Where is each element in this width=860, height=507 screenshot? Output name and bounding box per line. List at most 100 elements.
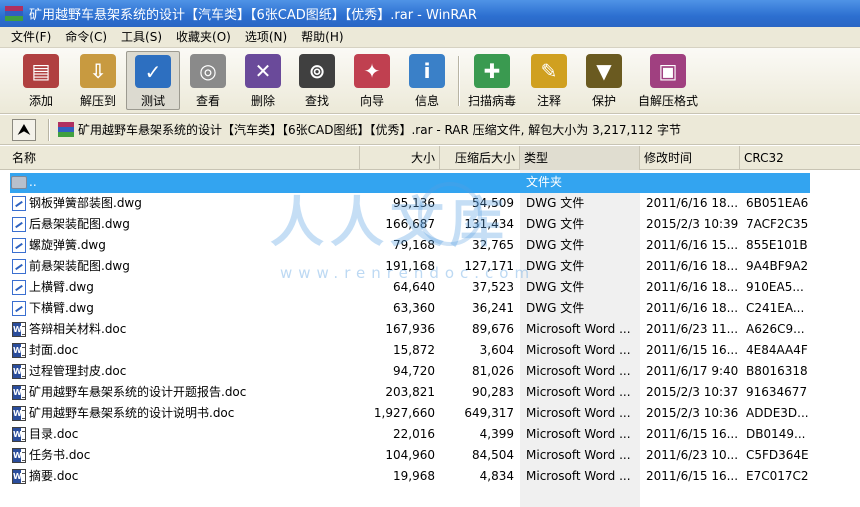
parent-folder-row[interactable]: .. 文件夹 — [0, 172, 860, 193]
word-doc-icon — [12, 385, 26, 400]
file-type: Microsoft Word ... — [526, 469, 631, 483]
menu-favorites[interactable]: 收藏夹(O) — [169, 27, 238, 47]
file-modified: 2011/6/17 9:40 — [646, 364, 738, 378]
file-packed-size: 649,317 — [464, 406, 514, 420]
info-button[interactable]: i 信息 — [400, 51, 454, 110]
file-type: Microsoft Word ... — [526, 343, 631, 357]
file-modified: 2015/2/3 10:37 — [646, 385, 738, 399]
file-row[interactable]: 任务书.doc 104,960 84,504 Microsoft Word ... 20… — [0, 445, 860, 466]
file-size: 104,960 — [385, 448, 435, 462]
file-packed-size: 3,604 — [479, 343, 514, 357]
menu-file[interactable]: 文件(F) — [4, 27, 58, 47]
file-modified: 2011/6/23 10... — [646, 448, 738, 462]
title-bar: 矿用越野车悬架系统的设计【汽车类】【6张CAD图纸】【优秀】.rar - Win… — [0, 0, 860, 27]
file-size: 22,016 — [393, 427, 435, 441]
file-row[interactable]: 钢板弹簧部装图.dwg 95,136 54,509 DWG 文件 2011/6/16 1… — [0, 193, 860, 214]
file-packed-size: 90,283 — [472, 385, 514, 399]
test-icon: ✓ — [135, 55, 171, 88]
comment-icon: ✎ — [531, 54, 567, 88]
column-modified[interactable]: 修改时间 — [640, 146, 740, 170]
file-row[interactable]: 下横臂.dwg 63,360 36,241 DWG 文件 2011/6/16 18...… — [0, 298, 860, 319]
menu-options[interactable]: 选项(N) — [238, 27, 294, 47]
file-type: Microsoft Word ... — [526, 364, 631, 378]
file-name: 矿用越野车悬架系统的设计开题报告.doc — [29, 385, 247, 399]
file-row[interactable]: 矿用越野车悬架系统的设计说明书.doc 1,927,660 649,317 Micro… — [0, 403, 860, 424]
view-button[interactable]: ◎ 查看 — [181, 51, 235, 110]
file-name: 目录.doc — [29, 427, 79, 441]
file-row[interactable]: 矿用越野车悬架系统的设计开题报告.doc 203,821 90,283 Microso… — [0, 382, 860, 403]
file-modified: 2011/6/16 18... — [646, 259, 738, 273]
dwg-file-icon — [12, 238, 26, 253]
file-size: 167,936 — [385, 322, 435, 336]
file-packed-size: 131,434 — [464, 217, 514, 231]
file-name: 封面.doc — [29, 343, 79, 357]
add-button[interactable]: ▤ 添加 — [12, 51, 70, 110]
file-modified: 2011/6/16 18... — [646, 280, 738, 294]
file-row[interactable]: 过程管理封皮.doc 94,720 81,026 Microsoft Word ...… — [0, 361, 860, 382]
file-size — [360, 172, 435, 193]
column-name[interactable]: 名称 — [0, 146, 360, 170]
file-size: 15,872 — [393, 343, 435, 357]
extract-to-icon: ⇩ — [80, 54, 116, 88]
view-glasses-icon: ◎ — [190, 54, 226, 88]
file-crc32: C5FD364E — [746, 448, 809, 462]
wizard-button[interactable]: ✦ 向导 — [345, 51, 399, 110]
protect-button[interactable]: ▼ 保护 — [577, 51, 631, 110]
column-crc32[interactable]: CRC32 — [740, 146, 860, 170]
rar-archive-icon — [58, 122, 74, 137]
file-packed-size: 89,676 — [472, 322, 514, 336]
folder-up-icon — [11, 176, 27, 189]
delete-button[interactable]: ✕ 删除 — [236, 51, 290, 110]
file-packed-size: 32,765 — [472, 238, 514, 252]
file-size: 203,821 — [385, 385, 435, 399]
menu-help[interactable]: 帮助(H) — [294, 27, 350, 47]
column-packed[interactable]: 压缩后大小 — [440, 146, 520, 170]
file-packed-size: 36,241 — [472, 301, 514, 315]
file-name: 钢板弹簧部装图.dwg — [29, 196, 142, 210]
file-modified: 2011/6/15 16... — [646, 469, 738, 483]
dwg-file-icon — [12, 280, 26, 295]
find-button[interactable]: ⊚ 查找 — [290, 51, 344, 110]
file-row[interactable]: 目录.doc 22,016 4,399 Microsoft Word ... 2011/… — [0, 424, 860, 445]
comment-button[interactable]: ✎ 注释 — [522, 51, 576, 110]
file-row[interactable]: 前悬架装配图.dwg 191,168 127,171 DWG 文件 2011/6/16 … — [0, 256, 860, 277]
column-size[interactable]: 大小 — [360, 146, 440, 170]
file-size: 1,927,660 — [373, 406, 435, 420]
file-row[interactable]: 螺旋弹簧.dwg 79,168 32,765 DWG 文件 2011/6/16 15..… — [0, 235, 860, 256]
file-size: 166,687 — [385, 217, 435, 231]
dwg-file-icon — [12, 301, 26, 316]
file-type: 文件夹 — [526, 175, 563, 189]
file-row[interactable]: 上横臂.dwg 64,640 37,523 DWG 文件 2011/6/16 18...… — [0, 277, 860, 298]
file-row[interactable]: 后悬架装配图.dwg 166,687 131,434 DWG 文件 2015/2/3 1… — [0, 214, 860, 235]
file-modified: 2011/6/16 18... — [646, 301, 738, 315]
file-row[interactable]: 封面.doc 15,872 3,604 Microsoft Word ... 2011/… — [0, 340, 860, 361]
file-crc32: 910EA5... — [746, 280, 804, 294]
dwg-file-icon — [12, 259, 26, 274]
protect-shield-icon: ▼ — [586, 54, 622, 88]
menu-tools[interactable]: 工具(S) — [114, 27, 169, 47]
file-row[interactable]: 摘要.doc 19,968 4,834 Microsoft Word ... 2011/… — [0, 466, 860, 487]
file-type: DWG 文件 — [526, 280, 585, 294]
file-type: Microsoft Word ... — [526, 406, 631, 420]
test-button[interactable]: ✓ 测试 — [126, 51, 180, 110]
menu-commands[interactable]: 命令(C) — [58, 27, 114, 47]
file-packed-size — [440, 172, 514, 193]
file-crc32: A626C9... — [746, 322, 805, 336]
info-icon: i — [409, 54, 445, 88]
extract-to-button[interactable]: ⇩ 解压到 — [70, 51, 126, 110]
up-one-level-button[interactable]: ⮝ — [12, 118, 36, 141]
file-modified — [646, 172, 738, 193]
sfx-button[interactable]: ▣ 自解压格式 — [632, 51, 704, 110]
word-doc-icon — [12, 364, 26, 379]
file-row[interactable]: 答辩相关材料.doc 167,936 89,676 Microsoft Word ..… — [0, 319, 860, 340]
file-type: DWG 文件 — [526, 301, 585, 315]
file-name: 下横臂.dwg — [29, 301, 94, 315]
file-name: 矿用越野车悬架系统的设计说明书.doc — [29, 406, 235, 420]
virus-scan-button[interactable]: ✚ 扫描病毒 — [464, 51, 520, 110]
file-crc32: 7ACF2C35 — [746, 217, 809, 231]
column-type[interactable]: 类型 — [520, 146, 640, 170]
dwg-file-icon — [12, 217, 26, 232]
file-type: DWG 文件 — [526, 196, 585, 210]
add-archive-icon: ▤ — [23, 54, 59, 88]
dwg-file-icon — [12, 196, 26, 211]
